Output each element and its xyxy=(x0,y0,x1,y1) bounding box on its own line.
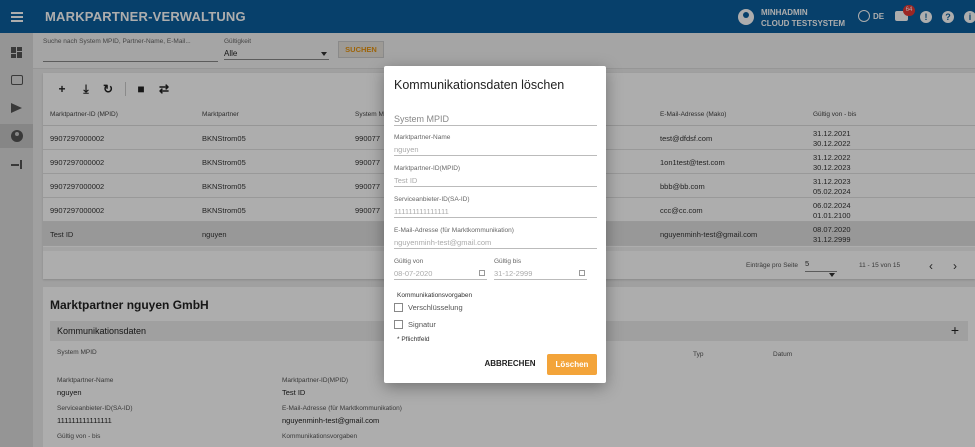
system-mpid-placeholder: System MPID xyxy=(394,114,450,124)
field-label: Serviceanbieter-ID(SA-ID) xyxy=(394,196,470,203)
email-field: E-Mail-Adresse (für Marktkommunikation) … xyxy=(394,227,597,249)
valid-from-field: Gültig von 08-07-2020 xyxy=(394,258,487,280)
mpid-field: Marktpartner-ID(MPID) Test ID xyxy=(394,165,597,187)
field-label: Marktpartner-Name xyxy=(394,134,451,141)
field-value: nguyen xyxy=(394,145,419,154)
field-value: 08-07-2020 xyxy=(394,269,433,278)
signature-checkbox[interactable] xyxy=(394,320,403,329)
komm-label: Kommunikationsvorgaben xyxy=(397,292,473,299)
said-field: Serviceanbieter-ID(SA-ID) 11111111111111… xyxy=(394,196,597,218)
dialog-title: Kommunikationsdaten löschen xyxy=(394,78,565,92)
valid-to-field: Gültig bis 31-12-2999 xyxy=(494,258,587,280)
signature-label[interactable]: Signatur xyxy=(408,320,436,329)
encryption-label[interactable]: Verschlüsselung xyxy=(408,303,463,312)
calendar-icon[interactable] xyxy=(579,270,585,276)
field-label: Gültig von xyxy=(394,258,424,265)
encryption-checkbox[interactable] xyxy=(394,303,403,312)
delete-dialog: Kommunikationsdaten löschen System MPID … xyxy=(384,66,606,383)
field-value: 31-12-2999 xyxy=(494,269,533,278)
field-value: Test ID xyxy=(394,176,418,185)
field-value: nguyenminh-test@gmail.com xyxy=(394,238,492,247)
required-note: * Pflichtfeld xyxy=(397,336,430,343)
field-value: 111111111111111 xyxy=(394,207,449,216)
cancel-button[interactable]: ABBRECHEN xyxy=(484,354,536,374)
system-mpid-field[interactable]: System MPID xyxy=(394,112,597,126)
delete-button[interactable]: Löschen xyxy=(547,354,597,375)
field-label: Marktpartner-ID(MPID) xyxy=(394,165,461,172)
field-label: E-Mail-Adresse (für Marktkommunikation) xyxy=(394,227,514,234)
field-label: Gültig bis xyxy=(494,258,522,265)
partner-name-field: Marktpartner-Name nguyen xyxy=(394,134,597,156)
calendar-icon[interactable] xyxy=(479,270,485,276)
